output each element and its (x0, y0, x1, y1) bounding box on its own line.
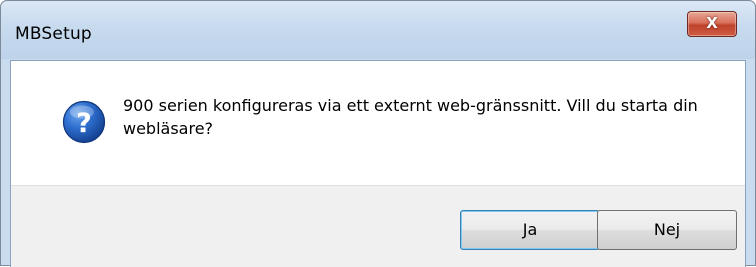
no-button[interactable]: Nej (597, 210, 737, 250)
dialog-window: MBSetup X ? 900 serien konfigureras via … (0, 0, 756, 267)
dialog-client-area: ? 900 serien konfigureras via ett extern… (10, 60, 746, 267)
message-area: ? 900 serien konfigureras via ett extern… (11, 61, 745, 185)
svg-text:?: ? (76, 108, 92, 139)
title-bar[interactable]: MBSetup X (1, 1, 755, 59)
close-button[interactable]: X (687, 11, 737, 37)
window-title: MBSetup (15, 24, 92, 44)
yes-button[interactable]: Ja (460, 210, 600, 250)
close-icon: X (706, 14, 718, 32)
dialog-message: 900 serien konfigureras via ett externt … (123, 96, 698, 138)
button-bar: Ja Nej (11, 185, 745, 267)
question-icon: ? (62, 100, 106, 144)
